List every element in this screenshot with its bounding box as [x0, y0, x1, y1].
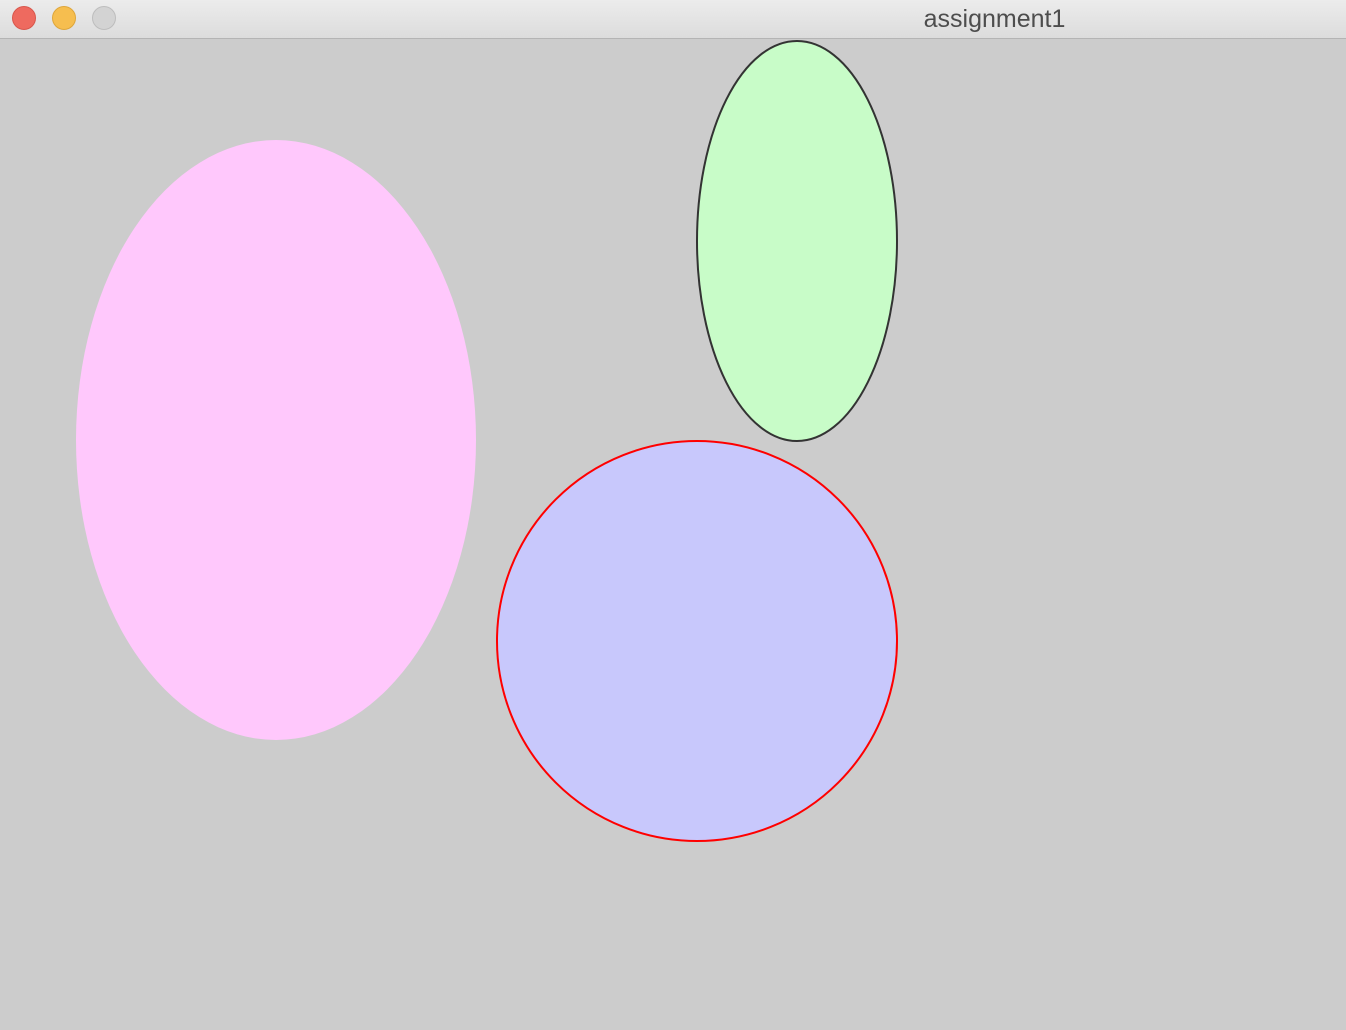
pink-ellipse	[76, 140, 476, 740]
green-ellipse	[696, 40, 898, 442]
drawing-canvas	[76, 40, 898, 842]
app-window: assignment1	[0, 0, 1346, 1030]
window-title: assignment1	[923, 5, 1066, 33]
blue-circle	[496, 440, 898, 842]
title-bar[interactable]: assignment1	[0, 0, 1346, 39]
